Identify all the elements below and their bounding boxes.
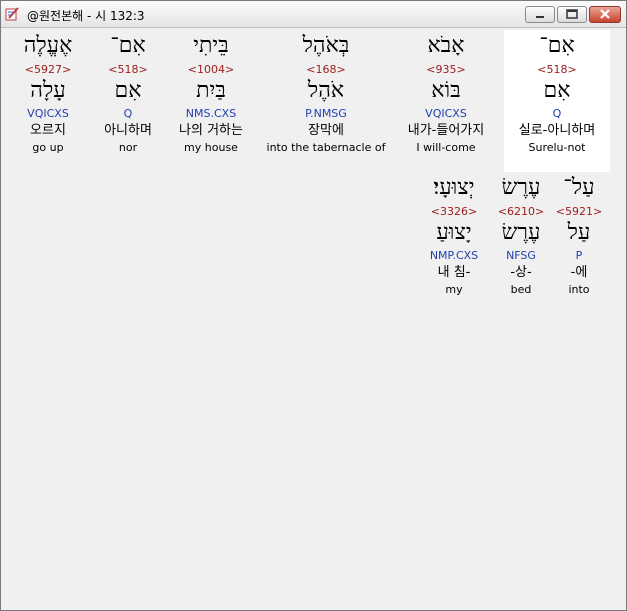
hebrew-lemma: בּוֹא: [431, 78, 461, 103]
maximize-button[interactable]: [557, 6, 587, 23]
parsing-code: Q: [552, 107, 562, 120]
strong-number[interactable]: <935>: [396, 62, 496, 78]
close-button[interactable]: [589, 6, 621, 23]
korean-gloss: 나의 거하는: [179, 123, 243, 138]
hebrew-word: אָבֹא: [427, 33, 465, 58]
window-title: @원전본해 - 시 132:3: [27, 9, 145, 23]
minimize-icon: [536, 16, 544, 18]
korean-gloss: -에: [570, 265, 588, 280]
word-card[interactable]: בְּאֹהֶל <168> אֹהֶל P.NMSG 장막에 into the…: [256, 30, 396, 156]
english-gloss: into the tabernacle of: [266, 141, 386, 154]
parsing-code: VQICXS: [425, 107, 467, 120]
hebrew-word: בְּאֹהֶל: [302, 33, 350, 58]
verse-content: אֶעֱלֶה <5927> עָלָה VQICXS 오르지 go up אִ…: [1, 28, 626, 610]
word-card[interactable]: בֵּיתִי <1004> בַּיִת NMS.CXS 나의 거하는 my …: [161, 30, 261, 156]
app-icon: [5, 7, 19, 21]
hebrew-lemma: אֹהֶל: [307, 78, 345, 103]
korean-gloss: 내가-들어가지: [407, 123, 485, 138]
korean-gloss: 장막에: [308, 123, 344, 138]
word-card-selected[interactable]: אִם־ <518> אִם Q 실로-아니하며 Surelu-not: [504, 30, 610, 172]
word-card[interactable]: עַל־ <5921> עַל P -에 into: [529, 172, 627, 298]
maximize-icon: [566, 9, 578, 19]
hebrew-lemma: אִם: [543, 78, 571, 103]
parsing-code: NMS.CXS: [185, 107, 237, 120]
title-bar[interactable]: @원전본해 - 시 132:3: [1, 1, 626, 28]
english-gloss: into: [568, 283, 590, 296]
strong-number[interactable]: <518>: [504, 62, 610, 78]
parsing-code: P: [575, 249, 583, 262]
strong-number[interactable]: <168>: [256, 62, 396, 78]
english-gloss: I will-come: [416, 141, 476, 154]
strong-number[interactable]: <5921>: [529, 204, 627, 220]
hebrew-word: בֵּיתִי: [193, 33, 229, 58]
hebrew-lemma: בַּיִת: [196, 78, 226, 103]
english-gloss: Surelu-not: [528, 141, 586, 154]
word-card[interactable]: אָבֹא <935> בּוֹא VQICXS 내가-들어가지 I will-…: [396, 30, 496, 156]
hebrew-word: אִם־: [539, 33, 575, 58]
hebrew-lemma: עַל: [567, 220, 591, 245]
minimize-button[interactable]: [525, 6, 555, 23]
app-window: @원전본해 - 시 132:3 אֶעֱלֶה <5927> עָלָה VQI…: [0, 0, 627, 611]
strong-number[interactable]: <1004>: [161, 62, 261, 78]
parsing-code: P.NMSG: [305, 107, 347, 120]
korean-gloss: 실로-아니하며: [518, 123, 596, 138]
close-icon: [600, 9, 610, 19]
hebrew-word: עַל־: [563, 175, 595, 200]
english-gloss: my house: [184, 141, 238, 154]
